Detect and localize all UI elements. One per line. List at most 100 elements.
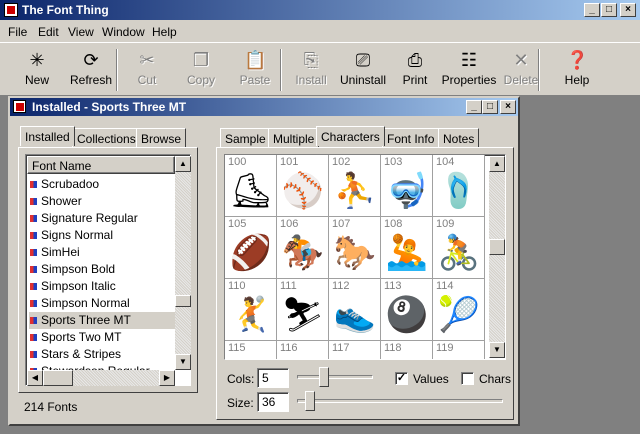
character-cell[interactable]: 103 🤿 (381, 155, 433, 217)
close-button[interactable]: × (620, 3, 636, 17)
tab-characters[interactable]: Characters (316, 126, 385, 146)
font-list-header[interactable]: Font Name (27, 156, 175, 174)
new-button-label: New (24, 73, 49, 87)
scroll-left-icon[interactable]: ◀ (27, 370, 43, 386)
list-item[interactable]: Simpson Bold (29, 261, 181, 278)
font-list-vscroll[interactable] (175, 156, 191, 370)
menu-window[interactable]: Window (102, 25, 145, 39)
cols-slider-track[interactable] (297, 375, 373, 379)
child-maximize-button[interactable]: □ (482, 100, 498, 114)
list-item[interactable]: SimHei (29, 244, 181, 261)
new-icon: ✳ (29, 50, 45, 70)
tab-multiple[interactable]: Multiple (268, 128, 320, 148)
character-cell[interactable]: 102 ⛹ (329, 155, 381, 217)
tab-notes[interactable]: Notes (438, 128, 480, 148)
character-cell[interactable]: 118 (381, 341, 433, 359)
child-close-button[interactable]: × (500, 100, 516, 114)
size-slider-track[interactable] (297, 399, 503, 403)
character-glyph: 🎱 (385, 296, 429, 334)
list-item[interactable]: Simpson Italic (29, 278, 181, 295)
list-item[interactable]: Signs Normal (29, 227, 181, 244)
grid-scroll-down-icon[interactable]: ▼ (489, 342, 505, 358)
character-cell[interactable]: 114 🎾 (433, 279, 485, 341)
list-item[interactable]: Shower (29, 193, 181, 210)
character-cell[interactable]: 119 (433, 341, 485, 359)
character-cell[interactable]: 107 🐎 (329, 217, 381, 279)
scroll-up-icon[interactable]: ▲ (175, 156, 191, 172)
character-glyph (225, 353, 276, 359)
menu-help[interactable]: Help (152, 25, 177, 39)
print-button[interactable]: ⎙ Print (386, 47, 444, 93)
character-cell[interactable]: 108 🤽 (381, 217, 433, 279)
toolbar-separator (538, 49, 540, 91)
tab-installed[interactable]: Installed (20, 126, 75, 146)
font-list-hscroll-thumb[interactable] (43, 370, 73, 386)
character-cell[interactable]: 104 🩴 (433, 155, 485, 217)
cut-button[interactable]: ✂ Cut (118, 47, 176, 93)
character-cell[interactable]: 109 🚴 (433, 217, 485, 279)
character-glyph: 🤾 (229, 296, 273, 334)
menu-edit[interactable]: Edit (38, 25, 59, 39)
tab-browse[interactable]: Browse (136, 128, 187, 148)
help-button[interactable]: ❓ Help (548, 47, 606, 93)
menu-view[interactable]: View (68, 25, 94, 39)
toolbar-separator (280, 49, 282, 91)
values-label[interactable]: Values (413, 372, 449, 386)
list-item[interactable]: Simpson Normal (29, 295, 181, 312)
character-glyph: 🏈 (229, 234, 273, 272)
app-icon (4, 3, 18, 17)
properties-button[interactable]: ☷ Properties (440, 47, 498, 93)
tab-font-info[interactable]: Font Info (382, 128, 440, 148)
scroll-down-icon[interactable]: ▼ (175, 354, 191, 370)
new-button[interactable]: ✳ New (8, 47, 66, 93)
character-cell[interactable]: 116 (277, 341, 329, 359)
character-cell[interactable]: 110 🤾 (225, 279, 277, 341)
list-item[interactable]: Stars & Stripes (29, 346, 181, 363)
character-cell[interactable]: 115 (225, 341, 277, 359)
values-checkbox[interactable]: ✓ (395, 372, 408, 385)
minimize-button[interactable]: _ (584, 3, 600, 17)
cols-slider-thumb[interactable] (319, 367, 329, 387)
tab-collections[interactable]: Collections (72, 128, 141, 148)
help-button-label: Help (564, 73, 590, 87)
child-minimize-button[interactable]: _ (466, 100, 482, 114)
delete-icon: ✕ (513, 50, 529, 70)
maximize-button[interactable]: □ (601, 3, 617, 17)
refresh-button[interactable]: ⟳ Refresh (62, 47, 120, 93)
paste-button[interactable]: 📋 Paste (226, 47, 284, 93)
character-glyph: 🎾 (437, 296, 481, 334)
delete-button[interactable]: ✕ Delete (492, 47, 550, 93)
list-item[interactable]: Scrubadoo (29, 176, 181, 193)
install-button[interactable]: ⎘ Install (282, 47, 340, 93)
tab-sample[interactable]: Sample (220, 128, 271, 148)
character-cell[interactable]: 106 🏇 (277, 217, 329, 279)
character-cell[interactable]: 113 🎱 (381, 279, 433, 341)
character-cell[interactable]: 112 👟 (329, 279, 381, 341)
child-titlebar[interactable]: Installed - Sports Three MT _ □ × (10, 98, 518, 116)
character-glyph (277, 353, 328, 359)
chars-checkbox[interactable] (461, 372, 474, 385)
font-list[interactable]: Font Name Scrubadoo Shower Signature Regul… (25, 154, 191, 386)
character-cell[interactable]: 101 ⚾ (277, 155, 329, 217)
grid-scroll-up-icon[interactable]: ▲ (489, 156, 505, 172)
character-cell[interactable]: 117 (329, 341, 381, 359)
app-titlebar[interactable]: The Font Thing _ □ × (0, 0, 640, 20)
menu-file[interactable]: File (8, 25, 27, 39)
size-slider-thumb[interactable] (305, 391, 315, 411)
size-input[interactable]: 36 (257, 392, 289, 412)
character-cell[interactable]: 100 ⛸ (225, 155, 277, 217)
character-grid[interactable]: 100 ⛸ 101 ⚾ 102 ⛹ 103 🤿 104 🩴 105 🏈 106 🏇 107 🐎 108 🤽 109 🚴… (224, 154, 506, 360)
scroll-right-icon[interactable]: ▶ (159, 370, 175, 386)
grid-vscroll[interactable] (489, 156, 505, 358)
grid-vscroll-thumb[interactable] (489, 239, 505, 255)
uninstall-button[interactable]: ⎚ Uninstall (334, 47, 392, 93)
character-cell[interactable]: 111 ⛷ (277, 279, 329, 341)
font-list-vscroll-thumb[interactable] (175, 295, 191, 307)
list-item[interactable]: Signature Regular (29, 210, 181, 227)
copy-button[interactable]: ❐ Copy (172, 47, 230, 93)
chars-label[interactable]: Chars (479, 372, 511, 386)
list-item[interactable]: Sports Two MT (29, 329, 181, 346)
list-item[interactable]: Sports Three MT (29, 312, 181, 329)
cols-input[interactable]: 5 (257, 368, 289, 388)
character-cell[interactable]: 105 🏈 (225, 217, 277, 279)
